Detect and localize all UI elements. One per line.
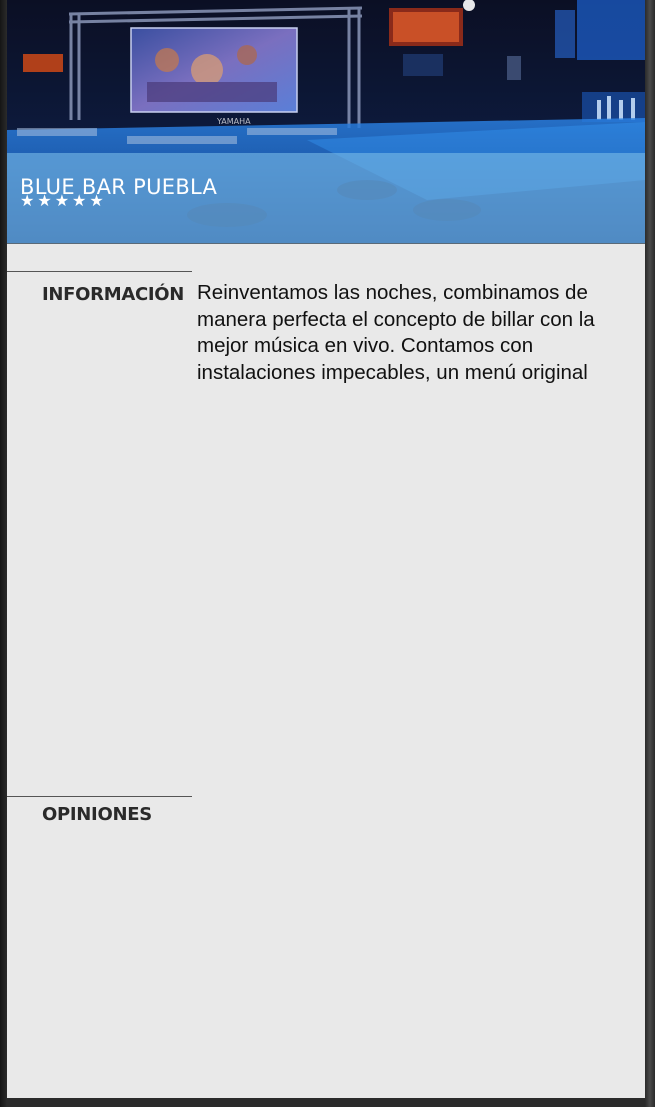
venue-card: YAMAHA BLUE BAR PUEBLA ★ ★ ★ ★ ★ INFORMA… <box>7 0 645 1098</box>
info-section-heading: INFORMACIÓN <box>42 284 185 305</box>
star-icon: ★ <box>72 191 87 210</box>
hero-divider <box>7 243 645 244</box>
reviews-section-divider <box>7 796 192 797</box>
star-icon: ★ <box>54 191 70 210</box>
info-section-divider <box>7 271 192 272</box>
venue-hero-image: YAMAHA BLUE BAR PUEBLA ★ ★ ★ ★ ★ <box>7 0 645 244</box>
reviews-section-heading: OPINIONES <box>42 804 152 825</box>
info-description: Reinventamos las noches, combinamos de m… <box>197 281 595 384</box>
star-icon: ★ <box>89 191 104 210</box>
star-icon: ★ <box>37 191 52 210</box>
star-icon: ★ <box>20 191 35 210</box>
screen-brand-logo: YAMAHA <box>216 117 251 126</box>
rating-stars: ★ ★ ★ ★ ★ <box>20 193 104 209</box>
